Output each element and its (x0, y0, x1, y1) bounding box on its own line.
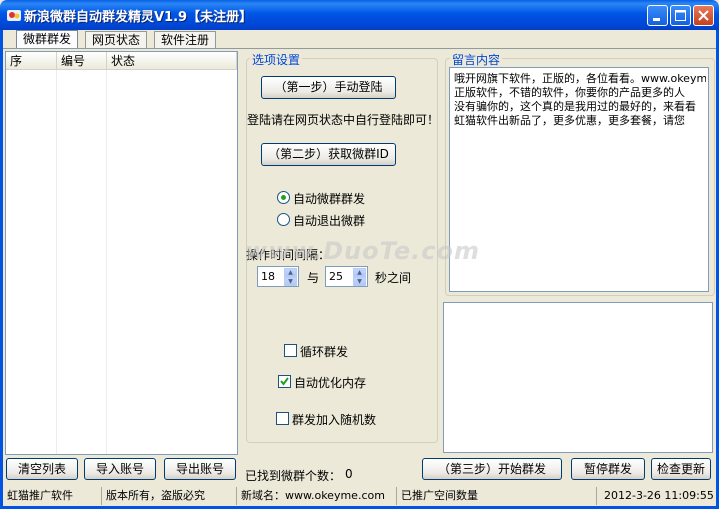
step2-get-id-button[interactable]: （第二步）获取微群ID (261, 143, 396, 166)
login-hint: 登陆请在网页状态中自行登陆即可！ (247, 113, 440, 127)
status-domain: 新域名：www.okeyme.com (237, 487, 397, 505)
tab-web-status[interactable]: 网页状态 (85, 31, 148, 48)
column-header-index[interactable]: 序 (6, 52, 57, 70)
spin-down-icon[interactable]: ▼ (284, 277, 297, 286)
column-divider (106, 70, 107, 454)
loop-send-checkbox[interactable] (284, 344, 297, 357)
optimize-memory-checkbox[interactable] (278, 375, 291, 388)
status-datetime: 2012-3-26 11:09:55 (604, 489, 714, 502)
close-button[interactable] (693, 5, 714, 26)
window-frame-left (0, 30, 3, 509)
spin-up-icon[interactable]: ▲ (353, 268, 366, 277)
random-number-label[interactable]: 群发加入随机数 (292, 411, 376, 428)
column-divider (56, 70, 57, 454)
app-icon (6, 7, 22, 23)
export-accounts-button[interactable]: 导出账号 (164, 458, 236, 480)
random-number-checkbox[interactable] (276, 412, 289, 425)
status-product: 虹猫推广软件 (3, 487, 102, 505)
found-count-value: 0 (345, 467, 353, 481)
maximize-icon (675, 10, 686, 21)
tab-divider (3, 48, 716, 49)
minimize-icon (653, 18, 660, 21)
import-accounts-button[interactable]: 导入账号 (84, 458, 156, 480)
loop-send-label[interactable]: 循环群发 (300, 343, 348, 360)
interval-max-spinner[interactable]: 25 ▲ ▼ (325, 266, 368, 287)
spin-up-icon[interactable]: ▲ (284, 268, 297, 277)
message-content-textarea[interactable]: 哦开网旗下软件，正版的，各位看看。www.okeyme.com 正版软件，不错的… (449, 67, 709, 292)
interval-min-spinner[interactable]: 18 ▲ ▼ (257, 266, 299, 287)
minimize-button[interactable] (647, 5, 668, 26)
watermark: www.DuoTe.com (245, 237, 480, 265)
found-count-label: 已找到微群个数： (245, 469, 342, 483)
step1-login-button[interactable]: （第一步）手动登陆 (261, 76, 396, 99)
checkmark-icon (280, 377, 289, 386)
step3-start-button[interactable]: （第三步）开始群发 (422, 458, 562, 480)
message-line: 虹猫软件出新品了，更多优惠，更多套餐，请您 (454, 114, 685, 127)
tab-register[interactable]: 软件注册 (154, 31, 217, 48)
auto-send-radio[interactable] (277, 191, 290, 204)
message-line: 哦开网旗下软件，正版的，各位看看。www.okeyme.com (454, 72, 706, 85)
auto-exit-label[interactable]: 自动退出微群 (293, 212, 365, 229)
auto-exit-radio[interactable] (277, 213, 290, 226)
column-header-status[interactable]: 状态 (107, 52, 237, 70)
column-header-id[interactable]: 编号 (57, 52, 107, 70)
optimize-memory-label[interactable]: 自动优化内存 (294, 374, 366, 391)
spin-down-icon[interactable]: ▼ (353, 277, 366, 286)
close-icon (698, 10, 709, 21)
interval-unit-label: 秒之间 (375, 271, 412, 285)
pause-button[interactable]: 暂停群发 (571, 458, 645, 480)
maximize-button[interactable] (670, 5, 691, 26)
message-lines: 哦开网旗下软件，正版的，各位看看。www.okeyme.com 正版软件，不错的… (454, 72, 706, 128)
message-group-label: 留言内容 (450, 51, 503, 68)
message-line: 正版软件，不错的软件，你要你的产品更多的人 (454, 86, 685, 99)
tab-group-send[interactable]: 微群群发 (16, 30, 79, 49)
auto-send-label[interactable]: 自动微群群发 (293, 190, 365, 207)
options-group-label: 选项设置 (250, 51, 303, 68)
clear-list-button[interactable]: 清空列表 (6, 458, 78, 480)
interval-min-value: 18 (261, 270, 275, 283)
interval-max-value: 25 (329, 270, 343, 283)
radio-selected-dot (281, 195, 286, 200)
window-title: 新浪微群自动群发精灵V1.9【未注册】 (24, 10, 253, 25)
status-promo-count: 已推广空间数量 (397, 487, 597, 505)
account-list[interactable]: 序 编号 状态 (5, 51, 238, 455)
interval-and-label: 与 (307, 271, 320, 285)
check-update-button[interactable]: 检查更新 (651, 458, 711, 480)
log-textarea[interactable] (443, 302, 713, 453)
message-line: 没有骗你的，这个真的是我用过的最好的，来看看 (454, 100, 696, 113)
status-copyright: 版本所有，盗版必究 (102, 487, 237, 505)
